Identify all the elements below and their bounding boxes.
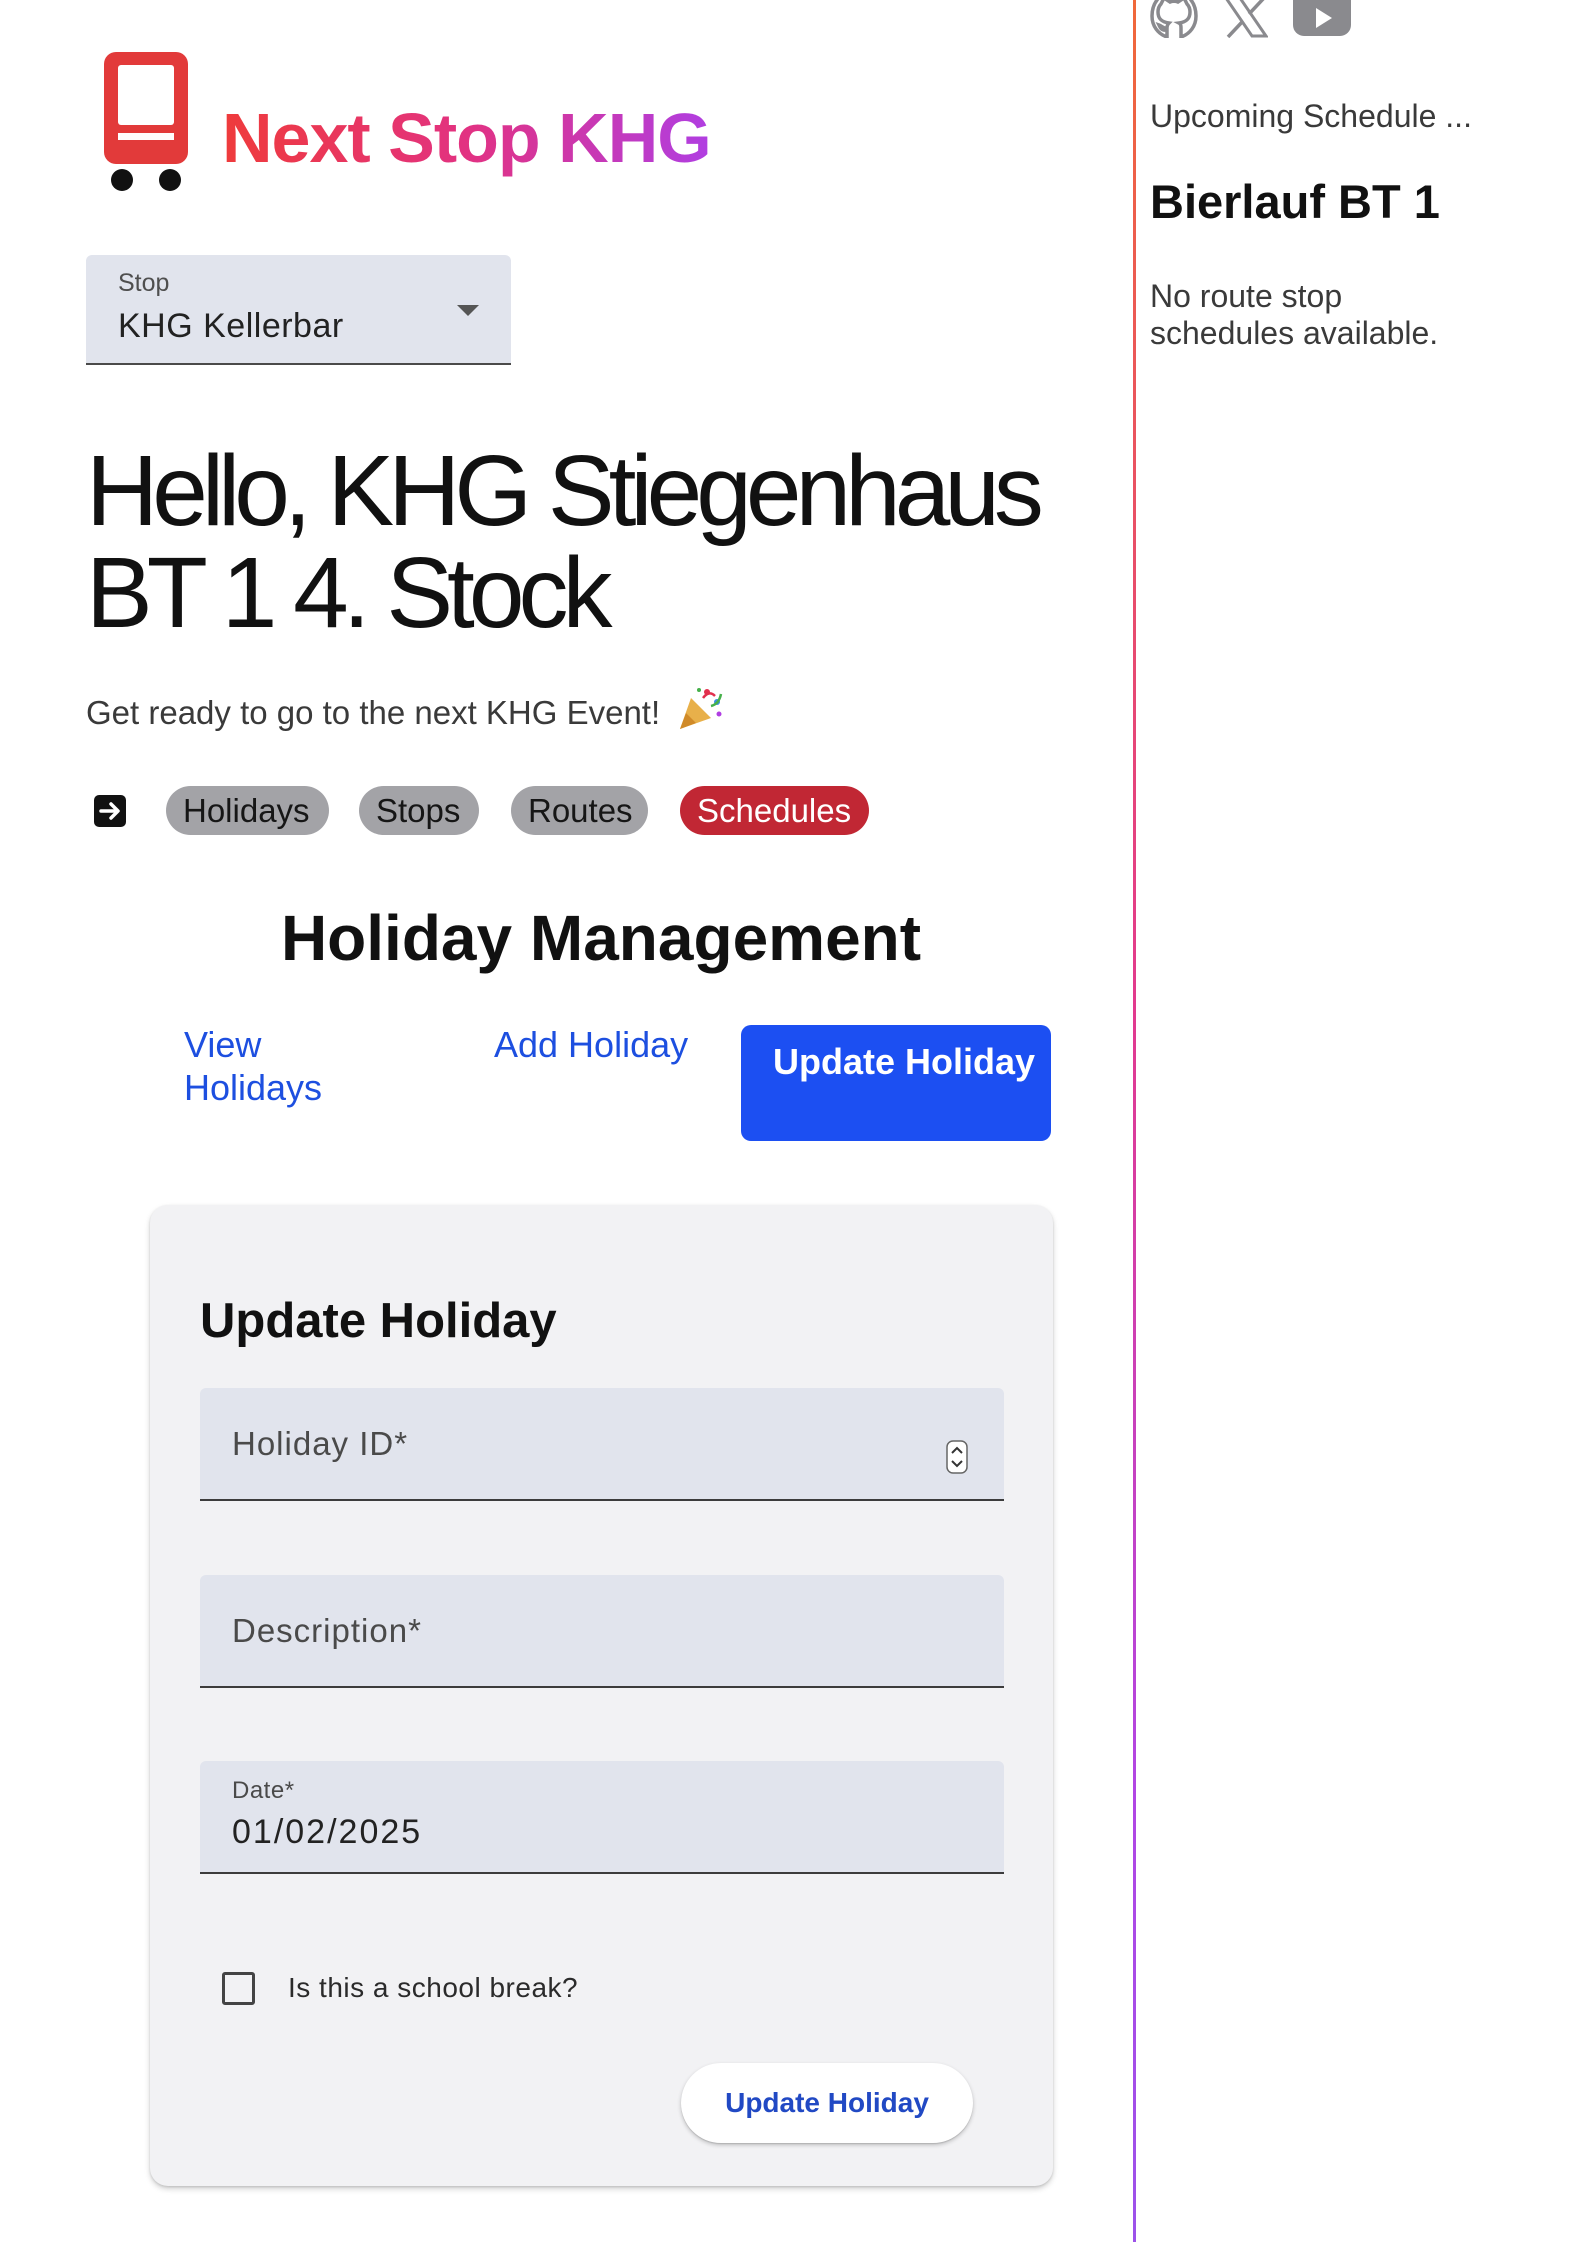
empty-schedule-message: No route stop schedules available. (1150, 278, 1439, 351)
tab-update-holiday[interactable]: Update Holiday (741, 1025, 1051, 1141)
sidebar-divider (1133, 0, 1136, 2242)
holiday-id-input[interactable] (200, 1388, 1004, 1499)
nav-chip-schedules[interactable]: Schedules (680, 786, 869, 835)
x-icon[interactable] (1224, 0, 1268, 38)
date-field[interactable]: Date* 01/02/2025 (200, 1761, 1004, 1874)
nav-chip-stops[interactable]: Stops (359, 786, 479, 835)
stop-select[interactable]: Stop KHG Kellerbar (86, 255, 511, 365)
number-spinner-icon[interactable] (946, 1440, 968, 1474)
nav-chip-routes[interactable]: Routes (511, 786, 648, 835)
main-content: Next Stop KHG Stop KHG Kellerbar Hello, … (0, 0, 1126, 2242)
description-field (200, 1575, 1004, 1688)
greeting-subtitle-text: Get ready to go to the next KHG Event! (86, 694, 661, 731)
github-icon[interactable] (1150, 0, 1198, 38)
stop-select-value: KHG Kellerbar (118, 307, 344, 345)
bus-stop-logo-icon (104, 52, 188, 191)
update-holiday-submit-button[interactable]: Update Holiday (681, 2063, 973, 2143)
school-break-label: Is this a school break? (288, 1972, 579, 2003)
logout-icon[interactable] (93, 794, 127, 828)
dropdown-arrow-icon (457, 305, 479, 316)
greeting-title: Hello, KHG Stiegenhaus BT 1 4. Stock (86, 435, 1044, 649)
app-title: Next Stop KHG (222, 96, 712, 180)
update-holiday-form: Update Holiday Date* 01/02/2025 Is this … (150, 1205, 1053, 2186)
greeting-subtitle: Get ready to go to the next KHG Event! (86, 686, 723, 732)
date-field-label: Date* (232, 1777, 295, 1804)
party-popper-icon (680, 688, 723, 729)
date-field-value[interactable]: 01/02/2025 (232, 1813, 422, 1852)
section-title: Holiday Management (280, 902, 922, 974)
school-break-checkbox[interactable] (222, 1972, 255, 2005)
tab-add-holiday[interactable]: Add Holiday (494, 1023, 694, 1066)
tab-view-holidays[interactable]: View Holidays (184, 1023, 384, 1109)
upcoming-schedule-heading: Upcoming Schedule ... (1150, 98, 1472, 134)
nav-chip-holidays[interactable]: Holidays (166, 786, 329, 835)
form-title: Update Holiday (200, 1294, 557, 1348)
youtube-icon[interactable] (1292, 0, 1352, 38)
description-input[interactable] (200, 1575, 1004, 1686)
holiday-id-field (200, 1388, 1004, 1501)
route-name: Bierlauf BT 1 (1150, 175, 1440, 228)
stop-select-label: Stop (118, 269, 170, 297)
